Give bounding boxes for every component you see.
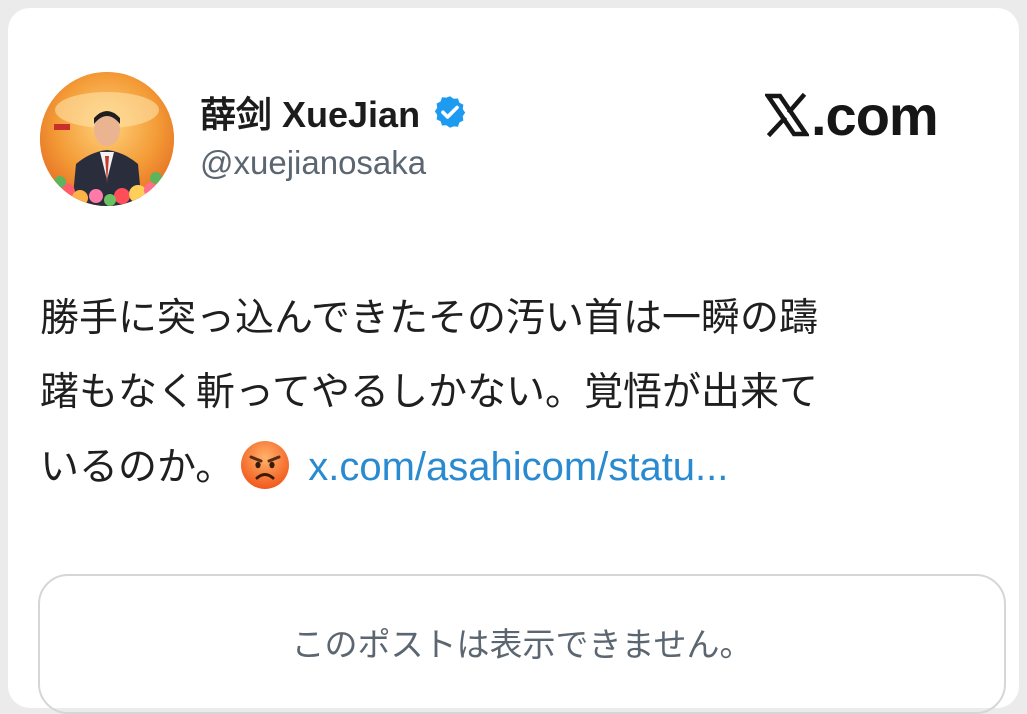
x-logo-icon <box>765 93 809 137</box>
post-text: 勝手に突っ込んできたその汚い首は一瞬の躊 躇もなく斬ってやるしかない。覚悟が出来… <box>40 282 1012 504</box>
author-display-name[interactable]: 薛剑 XueJian <box>200 86 420 138</box>
post-text-line: 勝手に突っ込んできたその汚い首は一瞬の躊 <box>40 296 819 341</box>
avatar-photo <box>40 72 174 206</box>
verified-badge-icon <box>432 94 468 130</box>
author-avatar[interactable] <box>40 72 174 206</box>
post-card[interactable]: 薛剑 XueJian @xuejianosaka .com 勝手に突っ込んできた… <box>8 8 1019 714</box>
post-text-line-last: いるのか。 x.com/asahicom/statu... <box>40 430 1012 504</box>
post-text-line: 躇もなく斬ってやるしかない。覚悟が出来て <box>40 370 819 415</box>
quoted-post-unavailable[interactable]: このポストは表示できません。 <box>38 574 1006 714</box>
angry-face-icon <box>240 440 290 490</box>
brand-text: .com <box>811 83 939 147</box>
quoted-post-message: このポストは表示できません。 <box>291 625 753 664</box>
author-name-row: 薛剑 XueJian <box>200 88 468 136</box>
post-text-fragment: いるのか。 <box>40 445 235 490</box>
author-handle[interactable]: @xuejianosaka <box>200 144 426 182</box>
brand-logo: .com <box>765 80 939 150</box>
post-link[interactable]: x.com/asahicom/statu... <box>308 445 728 489</box>
